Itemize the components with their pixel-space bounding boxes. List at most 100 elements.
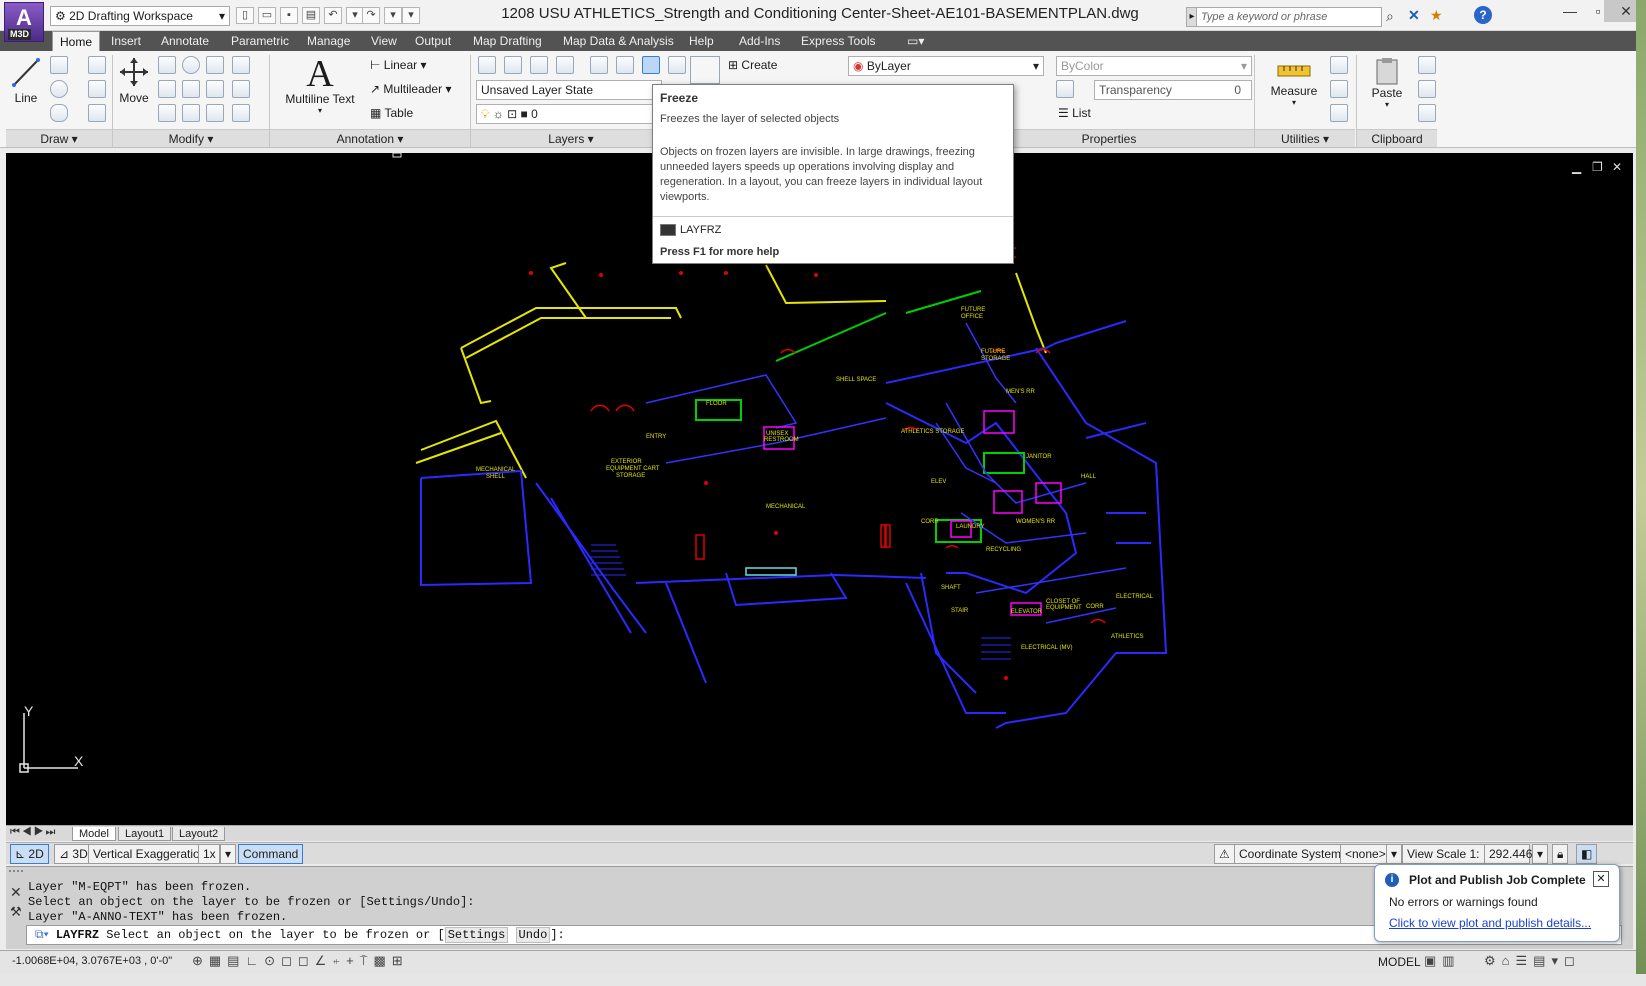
ribbon-minimize-icon[interactable]: ▭▾ <box>900 31 931 51</box>
fillet-icon[interactable] <box>182 80 200 98</box>
layer-lock-icon[interactable] <box>668 56 686 74</box>
layer-off-icon[interactable] <box>616 56 634 74</box>
layer-match-icon[interactable] <box>504 56 522 74</box>
tab-manage[interactable]: Manage <box>300 31 357 51</box>
transparency-field[interactable]: Transparency 0 <box>1094 80 1252 100</box>
search-input[interactable]: Type a keyword or phrase <box>1196 7 1382 27</box>
new-icon[interactable]: ▯ <box>236 7 254 24</box>
multiline-text-tool[interactable]: A Multiline Text ▾ <box>280 55 360 115</box>
tab-output[interactable]: Output <box>408 31 458 51</box>
tab-layout1[interactable]: Layout1 <box>118 827 172 841</box>
chevron-down-icon[interactable]: ▾ <box>220 844 237 864</box>
table-tool[interactable]: ▦ Table <box>370 106 413 120</box>
close-icon[interactable]: ✕ <box>1593 871 1609 887</box>
mirror-icon[interactable] <box>206 80 224 98</box>
tab-insert[interactable]: Insert <box>104 31 148 51</box>
trim-icon[interactable] <box>206 56 224 74</box>
map-tools-icon[interactable]: ◧ <box>1576 844 1598 864</box>
circle-icon[interactable] <box>50 80 68 98</box>
multileader-tool[interactable]: ↗ Multileader ▾ <box>370 82 451 96</box>
vertical-exaggeration-value[interactable]: 1x <box>198 844 220 864</box>
model-space-button[interactable]: MODEL <box>1378 955 1421 969</box>
chevron-down-icon[interactable]: ▾ <box>1532 844 1549 864</box>
coordinate-system-value[interactable]: <none> <box>1340 844 1391 864</box>
plot-icon[interactable]: ▤ <box>302 7 320 24</box>
tab-layout2[interactable]: Layout2 <box>172 827 226 841</box>
grip-icon[interactable] <box>9 870 23 878</box>
wrench-icon[interactable]: ⚒ <box>10 904 22 920</box>
workspace-selector[interactable]: ⚙ 2D Drafting Workspace ▾ <box>50 6 230 26</box>
select-all-icon[interactable] <box>1330 80 1348 98</box>
chevron-down-icon[interactable]: ▾ <box>1386 844 1403 864</box>
mode-2d-button[interactable]: ⊾ 2D <box>10 844 49 864</box>
copy-clip-icon[interactable] <box>1418 80 1436 98</box>
mode-3d-button[interactable]: ⊿ 3D <box>54 844 93 864</box>
layer-properties-icon[interactable] <box>478 56 496 74</box>
layer-state-select[interactable]: Unsaved Layer State <box>476 80 662 100</box>
insert-block-icon[interactable] <box>690 56 720 84</box>
quick-select-icon[interactable] <box>1330 56 1348 74</box>
layer-previous-icon[interactable] <box>530 56 548 74</box>
rotate-icon[interactable] <box>182 56 200 74</box>
plotstyle-select[interactable]: ByColor ▾ <box>1056 56 1252 76</box>
tab-map-data-analysis[interactable]: Map Data & Analysis <box>556 31 681 51</box>
panel-utilities-title[interactable]: Utilities ▾ <box>1255 129 1355 147</box>
create-block-tool[interactable]: ⊞ Create <box>728 58 777 72</box>
tab-parametric[interactable]: Parametric <box>224 31 296 51</box>
panel-layers-title[interactable]: Layers ▾ <box>471 129 671 147</box>
tab-view[interactable]: View <box>364 31 404 51</box>
erase-icon[interactable] <box>232 56 250 74</box>
notification-link[interactable]: Click to view plot and publish details..… <box>1389 916 1591 930</box>
panel-modify-title[interactable]: Modify ▾ <box>113 129 269 147</box>
open-icon[interactable]: ▭ <box>258 7 276 24</box>
stretch-icon[interactable] <box>158 80 176 98</box>
tab-help[interactable]: Help <box>682 31 721 51</box>
scale-icon[interactable] <box>158 104 176 122</box>
line-tool[interactable]: Line <box>10 56 42 105</box>
copy-icon[interactable] <box>158 56 176 74</box>
ellipse-icon[interactable] <box>50 104 68 122</box>
close-command-icon[interactable]: ✕ <box>10 884 22 901</box>
tab-annotate[interactable]: Annotate <box>154 31 216 51</box>
color-select[interactable]: ◉ ByLayer ▾ <box>848 56 1044 76</box>
hatch-icon[interactable] <box>88 104 106 122</box>
layer-unisolate-icon[interactable] <box>590 56 608 74</box>
arc-icon[interactable] <box>88 56 106 74</box>
undo-option[interactable]: Undo <box>515 927 551 943</box>
array-icon[interactable] <box>182 104 200 122</box>
subscription-icon[interactable]: ★ <box>1430 7 1443 24</box>
linear-dimension-tool[interactable]: ⊢ Linear ▾ <box>370 58 427 72</box>
settings-option[interactable]: Settings <box>444 927 509 943</box>
help-icon[interactable]: ? <box>1474 6 1492 24</box>
undo-icon[interactable]: ↶ <box>324 7 342 24</box>
layer-select[interactable]: 💡︎ ☼ ⊡ ■ 0 <box>476 104 662 124</box>
calculator-icon[interactable] <box>1330 104 1348 122</box>
tab-add-ins[interactable]: Add-Ins <box>732 31 787 51</box>
list-tool[interactable]: ☰ List <box>1058 106 1091 120</box>
qat-customize-icon[interactable]: ▾ <box>402 7 420 24</box>
binoculars-icon[interactable]: ⌕ <box>1386 8 1394 25</box>
panel-annotation-title[interactable]: Annotation ▾ <box>270 129 470 147</box>
application-menu-button[interactable]: A M3D <box>4 2 44 42</box>
tab-map-drafting[interactable]: Map Drafting <box>466 31 549 51</box>
tab-home[interactable]: Home <box>52 31 101 51</box>
layout-nav-icons[interactable]: ⏮◀▶⏭ <box>10 826 57 839</box>
drafting-toggles[interactable]: ⊕▦▤∟⊙◻◻∠⍅+⍑▩⊞ <box>192 953 409 969</box>
workspace-status-icons[interactable]: ⚙⌂☰▤▾◻ <box>1484 953 1581 969</box>
match-properties-icon[interactable] <box>1418 104 1436 122</box>
exchange-icon[interactable]: ✕ <box>1408 7 1420 24</box>
coordinates-readout[interactable]: -1.0068E+04, 3.0767E+03 , 0'-0" <box>12 955 172 967</box>
panel-draw-title[interactable]: Draw ▾ <box>6 129 112 147</box>
rectangle-icon[interactable] <box>88 80 106 98</box>
redo-dropdown-icon[interactable]: ▾ <box>384 7 402 24</box>
redo-icon[interactable]: ↷ <box>362 7 380 24</box>
view-scale-value[interactable]: 292.446 <box>1484 844 1532 864</box>
layout-view-icons[interactable]: ▣▥ <box>1424 953 1461 969</box>
panel-clipboard-title[interactable]: Clipboard <box>1357 129 1437 147</box>
save-icon[interactable]: ▪ <box>280 7 298 24</box>
polyline-icon[interactable] <box>50 56 68 74</box>
lock-icon[interactable]: 🔒︎ <box>1552 844 1569 864</box>
warning-icon[interactable]: ⚠ <box>1214 844 1235 864</box>
move-tool[interactable]: Move <box>116 56 152 105</box>
cut-icon[interactable] <box>1418 56 1436 74</box>
